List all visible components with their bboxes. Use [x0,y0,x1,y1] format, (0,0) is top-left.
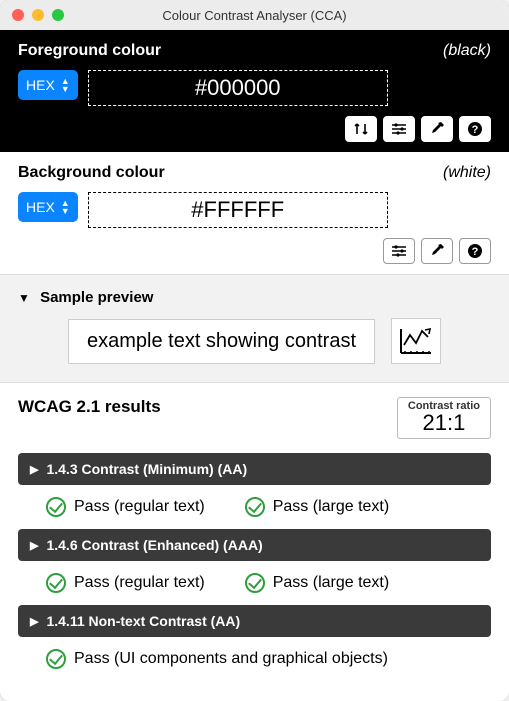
background-sliders-button[interactable] [383,238,415,264]
foreground-label: Foreground colour [18,42,161,60]
background-format-value: HEX [26,199,55,215]
preview-panel: ▼ Sample preview example text showing co… [0,274,509,383]
pass-text: Pass (large text) [273,498,389,516]
pass-item: Pass (UI components and graphical object… [46,649,388,669]
svg-text:?: ? [472,246,479,258]
pass-row: Pass (UI components and graphical object… [18,645,491,681]
sample-graphic [391,318,441,364]
eyedropper-icon [429,243,445,259]
background-value-input[interactable]: #FFFFFF [88,192,388,228]
contrast-ratio-box: Contrast ratio 21:1 [397,397,491,439]
zoom-icon[interactable] [52,9,64,21]
criteria-list: ▶ 1.4.3 Contrast (Minimum) (AA) Pass (regu… [18,453,491,681]
criterion-title: 1.4.11 Non-text Contrast (AA) [46,613,240,629]
criterion-bar[interactable]: ▶ 1.4.6 Contrast (Enhanced) (AAA) [18,529,491,561]
window-controls [0,9,64,21]
chevron-right-icon: ▶ [30,463,38,476]
stepper-icon: ▲▼ [61,77,70,93]
swap-button[interactable] [345,116,377,142]
criterion-bar[interactable]: ▶ 1.4.11 Non-text Contrast (AA) [18,605,491,637]
svg-text:?: ? [472,124,479,136]
foreground-value-input[interactable]: #000000 [88,70,388,106]
swap-icon [353,122,369,136]
pass-item: Pass (large text) [245,573,389,593]
preview-toggle[interactable]: ▼ Sample preview [18,289,491,306]
chevron-right-icon: ▶ [30,615,38,628]
pass-text: Pass (regular text) [74,574,205,592]
foreground-sliders-button[interactable] [383,116,415,142]
foreground-help-button[interactable]: ? [459,116,491,142]
chevron-down-icon: ▼ [18,291,30,305]
stepper-icon: ▲▼ [61,199,70,215]
criterion-title: 1.4.3 Contrast (Minimum) (AA) [46,461,247,477]
foreground-eyedropper-button[interactable] [421,116,453,142]
help-icon: ? [467,243,483,259]
check-icon [245,497,265,517]
check-icon [46,649,66,669]
background-color-name: (white) [443,164,491,182]
sliders-icon [391,244,407,258]
criterion-title: 1.4.6 Contrast (Enhanced) (AAA) [46,537,262,553]
pass-row: Pass (regular text) Pass (large text) [18,569,491,605]
pass-item: Pass (regular text) [46,497,205,517]
pass-row: Pass (regular text) Pass (large text) [18,493,491,529]
pass-text: Pass (regular text) [74,498,205,516]
help-icon: ? [467,121,483,137]
titlebar: Colour Contrast Analyser (CCA) [0,0,509,30]
check-icon [46,497,66,517]
ratio-value: 21:1 [408,412,480,434]
pass-text: Pass (UI components and graphical object… [74,650,388,668]
check-icon [46,573,66,593]
background-label: Background colour [18,164,165,182]
pass-text: Pass (large text) [273,574,389,592]
sample-text: example text showing contrast [68,319,375,364]
foreground-color-name: (black) [443,42,491,60]
foreground-format-select[interactable]: HEX ▲▼ [18,70,78,100]
foreground-panel: Foreground colour (black) HEX ▲▼ #000000… [0,30,509,152]
background-format-select[interactable]: HEX ▲▼ [18,192,78,222]
close-icon[interactable] [12,9,24,21]
eyedropper-icon [429,121,445,137]
window-title: Colour Contrast Analyser (CCA) [0,8,509,23]
results-panel: WCAG 2.1 results Contrast ratio 21:1 ▶ 1.… [0,383,509,701]
minimize-icon[interactable] [32,9,44,21]
app-window: Colour Contrast Analyser (CCA) Foregroun… [0,0,509,701]
preview-heading: Sample preview [40,289,153,306]
foreground-format-value: HEX [26,77,55,93]
background-eyedropper-button[interactable] [421,238,453,264]
criterion-bar[interactable]: ▶ 1.4.3 Contrast (Minimum) (AA) [18,453,491,485]
background-help-button[interactable]: ? [459,238,491,264]
chevron-right-icon: ▶ [30,539,38,552]
pass-item: Pass (regular text) [46,573,205,593]
background-panel: Background colour (white) HEX ▲▼ #FFFFFF… [0,152,509,274]
results-heading: WCAG 2.1 results [18,397,161,417]
check-icon [245,573,265,593]
chart-icon [398,325,434,357]
pass-item: Pass (large text) [245,497,389,517]
sliders-icon [391,122,407,136]
